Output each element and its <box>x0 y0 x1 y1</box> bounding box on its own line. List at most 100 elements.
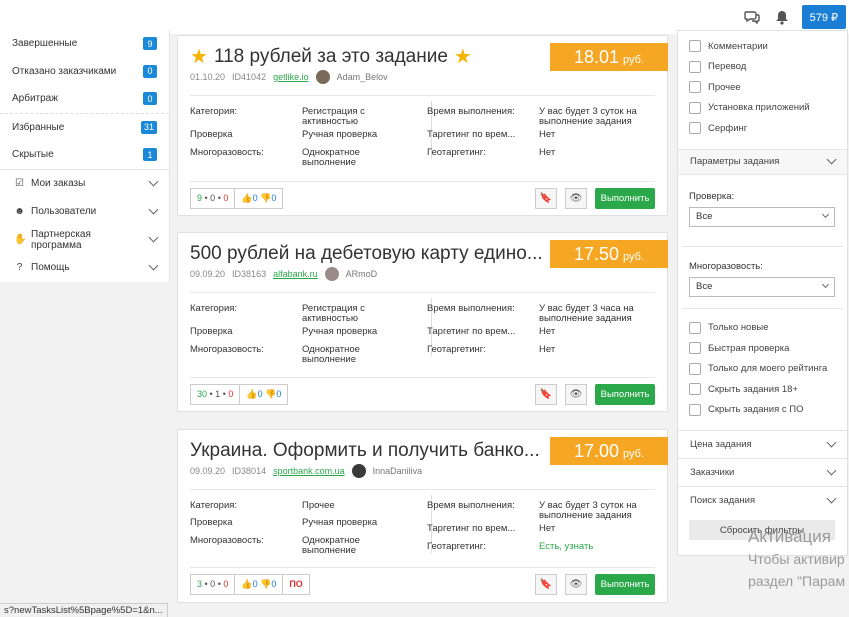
avatar[interactable] <box>351 464 366 478</box>
checkbox-label: Только новые <box>708 322 769 334</box>
task-card: 500 рублей на дебетовую карту едино... 1… <box>177 232 668 412</box>
bookmark-button[interactable]: 🔖 <box>535 383 557 405</box>
run-task-button[interactable]: Выполнить <box>595 383 655 405</box>
thumbs-up-icon[interactable]: 👍 <box>241 193 252 204</box>
checkbox[interactable] <box>689 321 701 334</box>
thumbs-down-icon[interactable]: 👎 <box>258 193 271 204</box>
task-site-link[interactable]: alfabank.ru <box>273 269 318 279</box>
filter-panel: Комментарии Перевод Прочее Установка при… <box>677 30 848 556</box>
run-task-button[interactable]: Выполнить <box>595 573 655 595</box>
task-title-text: Украина. Оформить и получить банко... <box>190 440 540 461</box>
filter-category-other[interactable]: Прочее <box>678 77 847 98</box>
filter-only-new[interactable]: Только новые <box>678 318 847 339</box>
price-currency: руб. <box>623 448 645 460</box>
checkbox[interactable] <box>689 362 701 375</box>
sidebar-item-arbitration[interactable]: Арбитраж 0 <box>0 85 169 113</box>
prop-value: Регистрация с активностью <box>302 303 365 324</box>
prop-label: Геотаргетинг: <box>427 147 486 158</box>
sidebar-menu-label: Мои заказы <box>31 178 86 189</box>
bookmark-button[interactable]: 🔖 <box>535 187 557 209</box>
filter-hide-18[interactable]: Скрыть задания 18+ <box>678 379 847 400</box>
task-author[interactable]: InnaDaniliva <box>373 466 423 476</box>
task-site-link[interactable]: sportbank.com.ua <box>273 466 345 476</box>
bell-icon[interactable] <box>772 7 792 27</box>
checkbox[interactable] <box>689 60 701 73</box>
geo-link[interactable]: Есть, узнать <box>539 542 593 552</box>
filter-category-comments[interactable]: Комментарии <box>678 36 847 57</box>
sidebar-menu-my-orders[interactable]: ☑ Мои заказы <box>0 170 169 198</box>
checkbox-label: Скрыть задания с ПО <box>708 404 804 416</box>
stats-counters: 9 • 0 • 0 <box>191 188 236 208</box>
rating-votes[interactable]: 👍 0 👎 0 <box>235 574 284 594</box>
rating-votes[interactable]: 👍 0 👎 0 <box>235 189 282 208</box>
task-stats: 3 • 0 • 0 👍 0 👎 0 ПО <box>190 573 310 595</box>
task-site-link[interactable]: getlike.io <box>273 72 309 82</box>
select-value: Все <box>696 281 713 292</box>
checkbox[interactable] <box>689 81 701 94</box>
checkbox[interactable] <box>689 403 701 416</box>
filter-category-translation[interactable]: Перевод <box>678 57 847 78</box>
checkbox[interactable] <box>689 101 701 114</box>
sidebar-item-completed[interactable]: Завершенные 9 <box>0 30 169 58</box>
avatar[interactable] <box>324 267 339 281</box>
run-task-button[interactable]: Выполнить <box>595 187 655 209</box>
hide-button[interactable]: 👁 <box>565 383 587 405</box>
task-author[interactable]: ARmoD <box>346 269 378 279</box>
filter-my-rating[interactable]: Только для моего рейтинга <box>678 359 847 380</box>
task-title[interactable]: 500 рублей на дебетовую карту едино... <box>190 243 543 265</box>
checkbox[interactable] <box>689 40 701 53</box>
task-title[interactable]: ★ 118 рублей за это задание ★ <box>190 46 472 68</box>
divider <box>190 292 655 293</box>
dislike-count: 0 <box>271 579 277 589</box>
section-title: Цена задания <box>690 439 752 450</box>
thumbs-down-icon[interactable]: 👎 <box>263 389 276 400</box>
chevron-down-icon <box>826 493 837 504</box>
stat-rejected: 0 <box>228 389 234 399</box>
stats-counters: 30 • 1 • 0 <box>191 384 241 404</box>
bookmark-button[interactable]: 🔖 <box>535 573 557 595</box>
sidebar-item-rejected[interactable]: Отказано заказчиками 0 <box>0 58 169 86</box>
filter-hide-software[interactable]: Скрыть задания с ПО <box>678 400 847 421</box>
prop-label: Многоразовость: <box>190 147 264 158</box>
search-section[interactable]: Поиск задания <box>678 486 847 514</box>
filter-category-surfing[interactable]: Серфинг <box>678 118 847 139</box>
price-section[interactable]: Цена задания <box>678 430 847 458</box>
thumbs-up-icon[interactable]: 👍 <box>246 389 257 400</box>
thumbs-down-icon[interactable]: 👎 <box>258 579 271 590</box>
hide-button[interactable]: 👁 <box>565 573 587 595</box>
count-badge: 31 <box>140 120 157 134</box>
balance-button[interactable]: 579 ₽ <box>801 5 846 29</box>
handshake-icon: ✋ <box>14 234 27 245</box>
checkbox[interactable] <box>689 383 701 396</box>
filter-category-apps[interactable]: Установка приложений <box>678 98 847 119</box>
prop-value: Нет <box>539 523 556 534</box>
rating-votes[interactable]: 👍 0 👎 0 <box>240 385 287 404</box>
sidebar-item-hidden[interactable]: Скрытые 1 <box>0 141 169 169</box>
chat-icon[interactable] <box>742 7 762 27</box>
task-title-text: 118 рублей за это задание <box>213 46 448 67</box>
chevron-down-icon <box>148 204 159 215</box>
count-badge: 0 <box>143 92 157 106</box>
customers-section[interactable]: Заказчики <box>678 458 847 486</box>
multi-select[interactable]: Все <box>689 276 835 297</box>
avatar[interactable] <box>315 70 330 84</box>
checkbox[interactable] <box>689 122 701 135</box>
sidebar-menu-partners[interactable]: ✋ Партнерская программа <box>0 226 169 254</box>
thumbs-up-icon[interactable]: 👍 <box>241 579 252 590</box>
prop-label: Многоразовость: <box>190 344 264 355</box>
task-meta: 01.10.20 ID41042 getlike.io Adam_Belov <box>190 70 388 84</box>
task-date: 09.09.20 <box>190 269 226 279</box>
sidebar-menu-users[interactable]: ☻ Пользователи <box>0 198 169 226</box>
task-author[interactable]: Adam_Belov <box>337 72 388 82</box>
params-section-header[interactable]: Параметры задания <box>678 148 847 175</box>
sidebar-item-favorites[interactable]: Избранные 31 <box>0 114 169 142</box>
check-select[interactable]: Все <box>689 206 835 227</box>
chevron-down-icon <box>148 232 159 243</box>
prop-label: Время выполнения: <box>427 303 515 314</box>
hide-button[interactable]: 👁 <box>565 187 587 209</box>
checkbox[interactable] <box>689 342 701 355</box>
task-title[interactable]: Украина. Оформить и получить банко... <box>190 440 540 462</box>
sidebar-menu-help[interactable]: ? Помощь <box>0 254 169 282</box>
prop-value: Однократное выполнение <box>302 535 360 556</box>
filter-fast-check[interactable]: Быстрая проверка <box>678 338 847 359</box>
